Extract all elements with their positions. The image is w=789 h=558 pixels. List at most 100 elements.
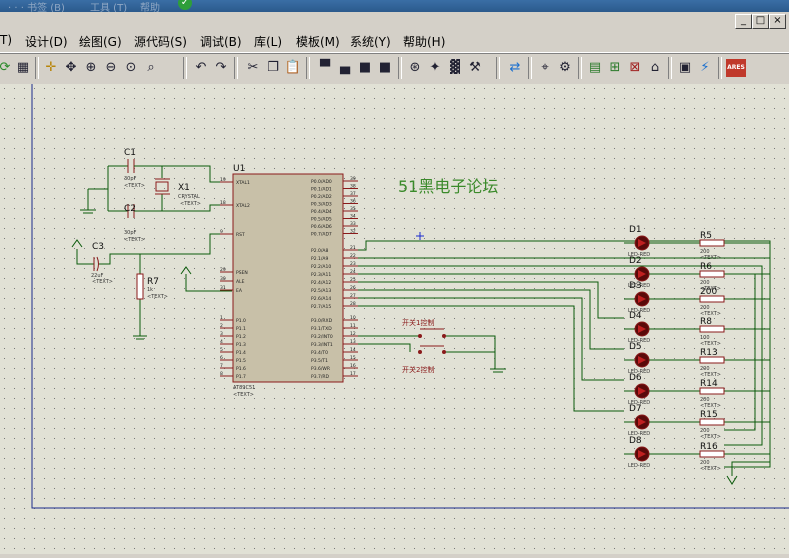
wire-autorouter-icon[interactable]: ⇄ [506,59,524,77]
switch-1-label: 开关1控制 [402,318,434,327]
resistor-text: <TEXT> [700,434,721,440]
mcu-pin-number: 25 [350,277,356,283]
r7-text: <TEXT> [147,294,168,300]
copy-icon[interactable]: ❐ [264,59,282,77]
schematic-canvas[interactable]: 51黑电子论坛 C1 30pF <TEXT> C2 30pF <TEXT> X1… [0,84,789,554]
package-icon[interactable]: ▓ [446,59,464,77]
mcu-pin-name: P0.2/AD2 [311,194,332,200]
zoom-all-icon[interactable]: ⊙ [122,59,140,77]
mcu-pin-name: P1.0 [236,318,246,324]
menu-item-source[interactable]: 源代码(S) [134,33,187,50]
led-ref: D3 [629,281,642,291]
maximize-button[interactable]: □ [752,14,769,29]
mcu-pin-name: P3.7/RD [311,374,330,380]
mcu-pin-number: 23 [350,261,356,267]
c1-text: <TEXT> [124,183,145,189]
refresh-icon[interactable]: ⟳ [0,59,14,77]
mcu-pin-number: 16 [350,363,356,369]
paste-icon[interactable]: 📋 [284,59,302,77]
add-sheet-icon[interactable]: ⊞ [606,59,624,77]
decompose-icon[interactable]: ⚒ [466,59,484,77]
mcu-pin-name: P1.2 [236,334,246,340]
bom-icon[interactable]: ⌂ [646,59,664,77]
mcu-pin-number: 36 [350,199,356,205]
block-rotate-icon[interactable]: ■ [356,59,374,77]
cut-icon[interactable]: ✂ [244,59,262,77]
menu-item-tools[interactable]: T) [0,33,12,47]
mcu-pin-name: P0.1/AD1 [311,187,332,193]
mcu-pin-name: P1.3 [236,342,246,348]
search-icon[interactable]: ⌖ [536,59,554,77]
c3-text: <TEXT> [92,279,113,285]
netlist-icon[interactable]: ▤ [586,59,604,77]
mcu-u1[interactable]: U1 19 XTAL1 18 XTAL2 9 RST 29 PSEN 30 ALE 31 EA 1 P1.… [220,164,358,398]
toolbar-separator [718,57,722,79]
menu-item-graph[interactable]: 绘图(G) [79,33,122,50]
menu-item-help[interactable]: 帮助(H) [403,33,445,50]
mcu-pin-name: P0.7/AD7 [311,232,332,238]
mcu-pin-name: P3.5/T1 [311,358,328,364]
resistor-text: <TEXT> [700,255,721,261]
zoom-out-icon[interactable]: ⊖ [102,59,120,77]
mcu-pin-name: P2.4/A12 [311,280,331,286]
block-copy-icon[interactable]: ▀ [316,59,334,77]
block-delete-icon[interactable]: ■ [376,59,394,77]
pan-icon[interactable]: ✥ [62,59,80,77]
mcu-pin-name: EA [236,288,243,294]
mcu-pin-number: 9 [220,229,223,235]
resistor-ref: 200 [700,287,717,297]
property-assign-icon[interactable]: ⚙ [556,59,574,77]
menu-item-design[interactable]: 设计(D) [25,33,68,50]
toolbar: ⟳ ▦ ✛ ✥ ⊕ ⊖ ⊙ ⌕ ↶ ↷ ✂ ❐ 📋 ▀ ▄ ■ ■ ⊛ ✦ ▓ … [0,53,789,85]
menu-item-template[interactable]: 模板(M) [296,33,340,50]
mcu-pin-number: 5 [220,347,223,353]
u1-part: AT89C51 [233,385,255,391]
origin-icon[interactable]: ✛ [42,59,60,77]
remove-sheet-icon[interactable]: ⊠ [626,59,644,77]
mcu-pin-number: 29 [220,267,226,273]
zoom-in-icon[interactable]: ⊕ [82,59,100,77]
simulate-icon[interactable]: ⚡ [696,59,714,77]
mcu-pin-number: 32 [350,229,356,235]
mcu-pin-name: P2.5/A13 [311,288,331,294]
menu-item-library[interactable]: 库(L) [254,33,282,50]
u1-text: <TEXT> [233,392,254,398]
mcu-pin-name: P0.3/AD3 [311,202,332,208]
make-device-icon[interactable]: ✦ [426,59,444,77]
mcu-pin-name: P1.4 [236,350,246,356]
mcu-pin-name: P2.6/A14 [311,296,331,302]
led-ref: D5 [629,342,642,352]
grid-icon[interactable]: ▦ [14,59,32,77]
undo-icon[interactable]: ↶ [192,59,210,77]
mcu-pin-name: P1.5 [236,358,246,364]
resistor-ref: R15 [700,410,718,420]
watermark-text: 51黑电子论坛 [398,177,498,196]
mcu-pin-number: 33 [350,221,356,227]
toolbar-separator [668,57,672,79]
title-bar: · · · 书签 (B) 工具 (T) 帮助 ✓ [0,0,789,14]
menu-item-system[interactable]: 系统(Y) [350,33,391,50]
redo-icon[interactable]: ↷ [212,59,230,77]
mcu-pin-number: 28 [350,301,356,307]
toolbar-separator [496,57,500,79]
menu-item-debug[interactable]: 调试(B) [200,33,242,50]
block-move-icon[interactable]: ▄ [336,59,354,77]
mcu-pin-number: 18 [220,200,226,206]
mcu-pin-number: 38 [350,184,356,190]
r7-ref: R7 [147,277,159,287]
c1-value: 30pF [124,176,137,182]
led-ref: D4 [629,311,642,321]
resistor-text: <TEXT> [700,372,721,378]
mcu-pin-name: P2.3/A11 [311,272,331,278]
ares-icon[interactable]: ARES [726,59,746,77]
pick-device-icon[interactable]: ⊛ [406,59,424,77]
led-ref: D2 [629,256,642,266]
close-button[interactable]: × [769,14,786,29]
resistor-ref: R5 [700,231,712,241]
mcu-pin-number: 22 [350,253,356,259]
zoom-area-icon[interactable]: ⌕ [142,59,160,77]
u1-ref: U1 [233,164,245,174]
design-explorer-icon[interactable]: ▣ [676,59,694,77]
mcu-pin-number: 35 [350,206,356,212]
minimize-button[interactable]: _ [735,14,752,29]
